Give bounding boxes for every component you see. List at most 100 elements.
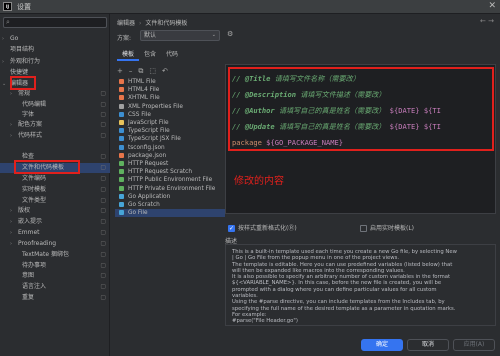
project-scope-icon: ▢ — [100, 229, 106, 236]
sidebar-item[interactable]: › Go — [0, 34, 110, 44]
template-item[interactable]: TypeScript JSX File — [115, 135, 225, 143]
settings-sidebar: ⌕ › Go 项目结构 › 外观和行为 快捷键 ⌄ 编辑器 › 常规 ▢ 代码编辑 ▢ 字体 ▢ › 配色方案 ▢… — [0, 14, 110, 356]
chevron-icon[interactable]: › — [10, 228, 12, 238]
sidebar-item[interactable]: › 外观和行为 — [0, 57, 110, 67]
template-item-label: Go File — [128, 210, 148, 217]
apply-button[interactable]: 应用(A) — [453, 339, 495, 351]
file-type-icon — [119, 202, 124, 207]
project-scope-icon: ▢ — [100, 197, 106, 204]
chevron-icon[interactable]: › — [10, 120, 12, 130]
file-type-icon — [119, 87, 124, 93]
copy-icon[interactable]: ⧉ — [138, 66, 143, 76]
reformat-checkbox[interactable]: 按样式重新格式化(Ⓡ) — [228, 224, 297, 233]
live-template-checkbox[interactable]: 启用实时模板(L) — [360, 224, 414, 233]
sidebar-item[interactable]: 意图 ▢ — [0, 271, 110, 281]
template-item[interactable]: CSS File — [115, 111, 225, 119]
gear-icon[interactable]: ⚙ — [227, 30, 233, 38]
template-item-label: HTTP Request — [128, 161, 169, 167]
template-item[interactable]: JavaScript File — [115, 119, 225, 127]
chevron-icon[interactable]: › — [2, 57, 4, 67]
template-item[interactable]: HTTP Request — [115, 160, 225, 168]
add-icon[interactable]: + — [117, 66, 123, 76]
template-item[interactable]: Go Scratch — [115, 201, 225, 209]
template-item[interactable]: TypeScript File — [115, 127, 225, 135]
sidebar-item-label: Go — [10, 35, 19, 42]
sidebar-item[interactable]: 待办事项 ▢ — [0, 261, 110, 271]
reset-icon[interactable]: ↶ — [162, 66, 168, 76]
scheme-select[interactable]: 默认 ⌄ — [140, 30, 220, 41]
sidebar-item[interactable]: › 常规 ▢ — [0, 89, 110, 99]
sidebar-item[interactable]: 文件类型 ▢ — [0, 196, 110, 206]
sidebar-item[interactable]: 语言注入 ▢ — [0, 282, 110, 292]
template-item[interactable]: Go Application — [115, 193, 225, 201]
template-item-label: CSS File — [128, 111, 151, 118]
chevron-icon[interactable]: › — [10, 89, 12, 99]
checkbox-unchecked-icon — [360, 225, 367, 232]
chevron-icon[interactable]: › — [10, 239, 12, 249]
cancel-button[interactable]: 取消 — [407, 339, 449, 351]
template-item[interactable]: HTTP Public Environment File — [115, 176, 225, 184]
sidebar-item[interactable]: › Emmet ▢ — [0, 228, 110, 238]
sidebar-item[interactable]: 项目结构 — [0, 45, 110, 55]
sidebar-item[interactable]: › Proofreading ▢ — [0, 239, 110, 249]
sidebar-item[interactable]: 字体 ▢ — [0, 110, 110, 120]
code-line: // @Update 请填写自己的真是姓名（需要改） ${DATE} ${TI — [232, 122, 441, 131]
chevron-icon[interactable]: › — [2, 34, 4, 44]
tab-templates[interactable]: 模板 — [117, 50, 140, 61]
breadcrumb-editor[interactable]: 编辑器 — [117, 20, 135, 27]
export-icon[interactable]: ⬚ — [149, 66, 156, 76]
template-item[interactable]: HTTP Private Environment File — [115, 185, 225, 193]
live-template-label: 启用实时模板(L) — [370, 225, 415, 232]
template-tabs: 模板 包含 代码 — [117, 50, 183, 61]
template-item[interactable]: tsconfig.json — [115, 144, 225, 152]
project-scope-icon: ▢ — [100, 262, 106, 269]
sidebar-item-label: 代码样式 — [18, 132, 43, 139]
remove-icon[interactable]: – — [129, 66, 133, 76]
sidebar-item-label: 常规 — [18, 90, 31, 97]
template-item-label: tsconfig.json — [128, 144, 165, 151]
chevron-icon[interactable]: › — [10, 217, 12, 227]
file-type-icon — [119, 111, 124, 117]
nav-arrows-icon[interactable]: ← → — [480, 17, 494, 25]
sidebar-item[interactable]: TextMate 捆绑包 ▢ — [0, 250, 110, 260]
sidebar-item-label: 代码编辑 — [22, 101, 47, 108]
template-item[interactable]: package.json — [115, 152, 225, 160]
template-item[interactable]: Go File — [115, 209, 225, 218]
ok-button[interactable]: 确定 — [361, 339, 403, 351]
sidebar-item[interactable]: › 配色方案 ▢ — [0, 120, 110, 130]
code-line: package ${GO_PACKAGE_NAME} — [232, 138, 344, 147]
file-type-icon — [119, 210, 124, 216]
sidebar-item[interactable]: 文件编码 ▢ — [0, 174, 110, 184]
template-item[interactable]: HTML File — [115, 78, 225, 86]
template-item[interactable]: HTTP Request Scratch — [115, 168, 225, 176]
tab-includes[interactable]: 包含 — [139, 50, 161, 61]
file-type-icon — [119, 161, 124, 166]
template-item-label: TypeScript JSX File — [128, 136, 181, 143]
tab-code[interactable]: 代码 — [161, 50, 183, 61]
chevron-icon[interactable]: › — [10, 206, 12, 216]
chevron-icon[interactable]: ⌄ — [2, 79, 6, 89]
sidebar-item[interactable]: › 代码样式 ▢ — [0, 131, 110, 141]
sidebar-item[interactable]: 实时模板 ▢ — [0, 185, 110, 195]
description-line: specifying the full name of the desired … — [232, 305, 456, 312]
code-line: // @Title 请填写文件名称（需要改） — [232, 74, 360, 83]
sidebar-item[interactable]: 代码编辑 ▢ — [0, 100, 110, 110]
window-title: 设置 — [17, 2, 31, 11]
sidebar-item-label: 文件编码 — [22, 175, 47, 182]
sidebar-item[interactable]: › 嵌入提示 ▢ — [0, 217, 110, 227]
sidebar-item[interactable]: 重复 ▢ — [0, 293, 110, 303]
template-code-editor[interactable]: // @Title 请填写文件名称（需要改） // @Description 请… — [225, 64, 496, 214]
settings-search-input[interactable]: ⌕ — [3, 17, 107, 28]
scheme-value: 默认 — [144, 32, 157, 39]
template-item[interactable]: HTML4 File — [115, 86, 225, 94]
project-scope-icon: ▢ — [100, 294, 106, 301]
sidebar-item-label: 意图 — [22, 272, 35, 279]
project-scope-icon: ▢ — [100, 90, 106, 97]
chevron-icon[interactable]: › — [10, 131, 12, 141]
template-item[interactable]: XML Properties File — [115, 103, 225, 111]
template-item[interactable]: XHTML File — [115, 94, 225, 102]
sidebar-item[interactable]: › 版权 ▢ — [0, 206, 110, 216]
scheme-label: 方案: — [117, 35, 132, 42]
close-icon[interactable]: ✕ — [488, 1, 496, 11]
sidebar-item-label: 字体 — [22, 111, 35, 118]
